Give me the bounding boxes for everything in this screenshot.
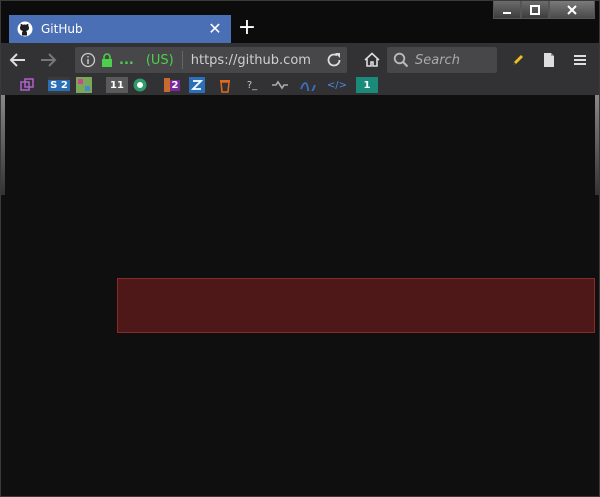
identity-ellipsis: ... — [119, 52, 134, 68]
home-button[interactable] — [359, 47, 385, 73]
browser-window: GitHub ✕ + ... (US) https://github.com S… — [0, 0, 600, 497]
search-icon — [393, 52, 409, 68]
lock-icon[interactable] — [99, 52, 115, 68]
forward-button[interactable] — [35, 47, 61, 73]
page-button[interactable] — [536, 47, 562, 73]
search-placeholder: Search — [415, 52, 460, 68]
extension-query[interactable]: ?_ — [243, 77, 261, 93]
arrow-right-icon — [41, 53, 57, 67]
extension-s2[interactable]: S 2 — [48, 77, 70, 93]
minimize-icon — [503, 11, 511, 14]
extension-ublock[interactable]: 11 — [106, 77, 128, 93]
arrow-left-icon — [9, 53, 25, 67]
close-tab-icon[interactable]: ✕ — [207, 21, 223, 37]
maximize-button[interactable] — [521, 1, 549, 19]
window-controls — [493, 1, 595, 21]
close-window-button[interactable] — [549, 1, 595, 19]
maximize-icon — [530, 4, 540, 15]
right-edge-handle — [595, 95, 599, 195]
close-icon — [567, 4, 577, 15]
github-icon — [17, 21, 33, 37]
puzzle-extension-icon[interactable] — [271, 77, 289, 93]
tab-title: GitHub — [41, 22, 83, 36]
minimize-button[interactable] — [493, 1, 521, 19]
code-extension-icon[interactable]: </> — [326, 77, 348, 93]
extension-s1-count: 1 — [363, 79, 371, 91]
extension-s2-label: S 2 — [48, 79, 70, 91]
home-icon — [364, 52, 380, 67]
extension-ublock-count: 11 — [110, 79, 124, 91]
info-icon[interactable] — [79, 52, 97, 68]
hamburger-icon — [574, 55, 586, 65]
reload-icon[interactable] — [325, 51, 343, 73]
identity-owner: (US) — [145, 52, 174, 68]
code-extension-label: </> — [326, 79, 348, 91]
extension-bar: S 2 11 2 ?_ </> 1 — [1, 77, 599, 95]
back-button[interactable] — [5, 47, 31, 73]
url-separator — [181, 51, 183, 69]
tab-github[interactable]: GitHub ✕ — [9, 15, 231, 43]
menu-button[interactable] — [567, 47, 593, 73]
z-extension-icon[interactable] — [189, 77, 205, 93]
windows-extension-icon[interactable] — [19, 77, 35, 93]
tab-strip: GitHub ✕ + — [1, 1, 599, 43]
extension-s1[interactable]: 1 — [356, 77, 378, 93]
navigation-toolbar: ... (US) https://github.com Search — [1, 43, 599, 77]
extension-query-label: ?_ — [246, 79, 258, 91]
grid-extension-icon[interactable] — [76, 77, 92, 93]
wave-extension-icon[interactable] — [299, 77, 317, 93]
pencil-icon — [513, 55, 523, 65]
highlight-box — [117, 278, 595, 333]
left-edge-handle — [1, 95, 5, 195]
page-icon — [544, 53, 554, 67]
search-bar[interactable]: Search — [387, 47, 497, 73]
sync-extension-icon[interactable] — [132, 77, 148, 93]
new-tab-button[interactable]: + — [237, 15, 257, 43]
url-text[interactable]: https://github.com — [191, 53, 325, 68]
extension-badge-2-count: 2 — [169, 79, 181, 91]
pencil-button[interactable] — [505, 47, 531, 73]
url-bar[interactable]: ... (US) https://github.com — [75, 47, 347, 73]
extension-badge-2[interactable]: 2 — [161, 77, 183, 93]
trash-icon[interactable] — [217, 77, 233, 93]
